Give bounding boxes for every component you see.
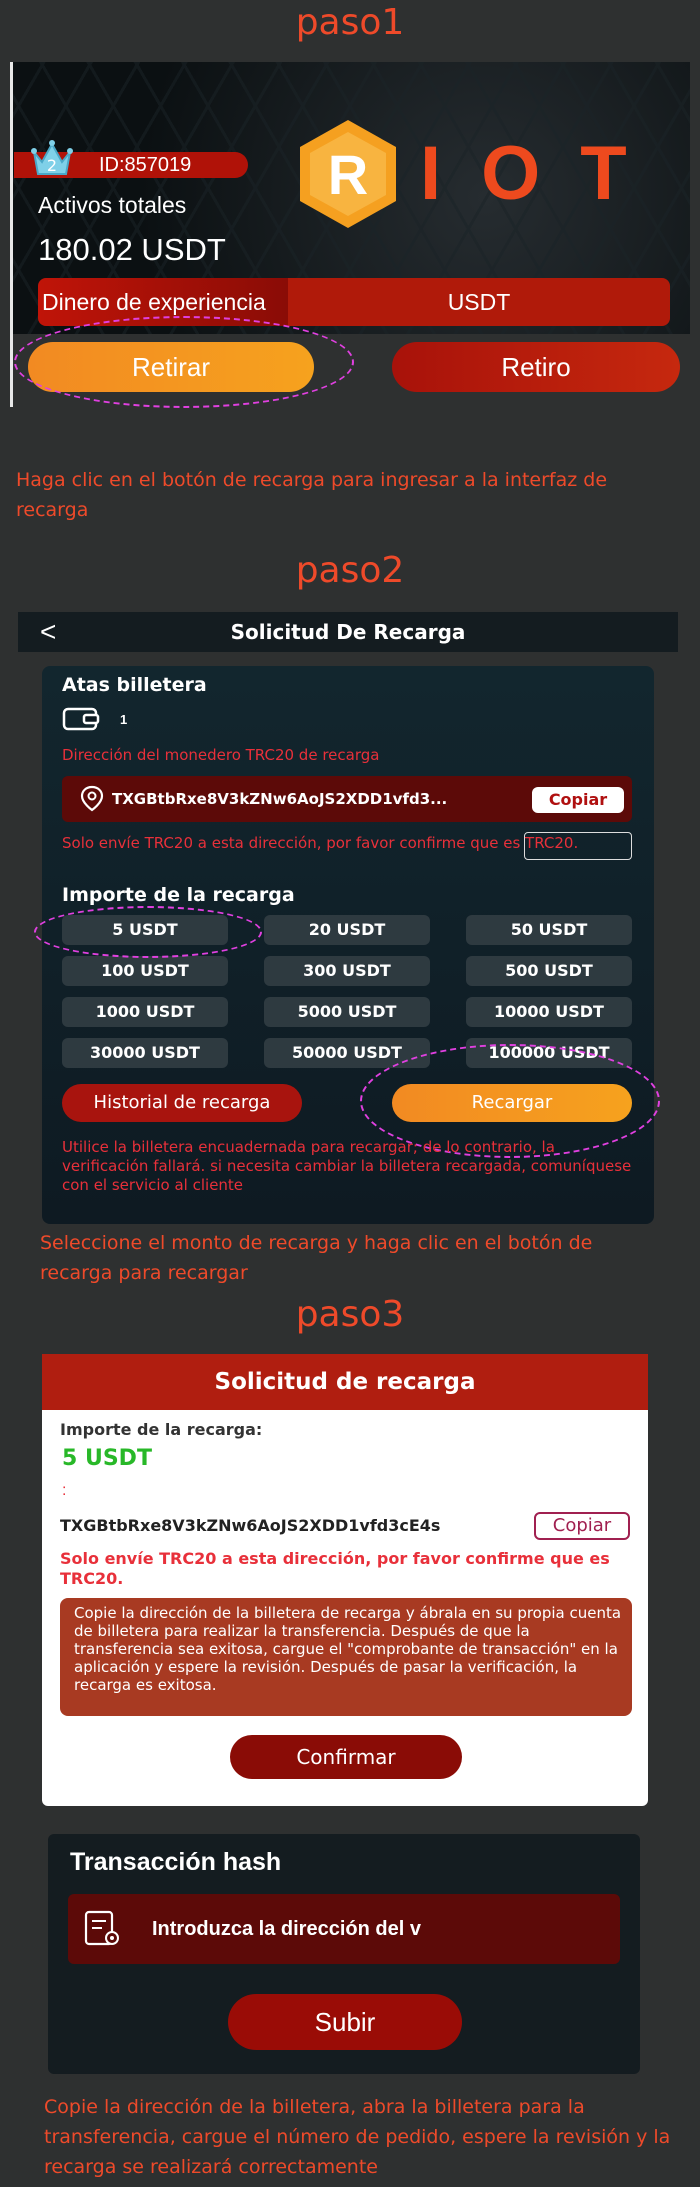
amount-label: Importe de la recarga: bbox=[60, 1420, 263, 1439]
brand-name: IOT bbox=[420, 131, 667, 216]
recharge-request-title: Solicitud de recarga bbox=[42, 1354, 648, 1410]
wallet-address-full: TXGBtbRxe8V3kZNw6AoJS2XDD1vfd3cE4s bbox=[60, 1516, 441, 1535]
hash-input-placeholder: Introduzca la dirección del v bbox=[152, 1918, 421, 1940]
transaction-hash-title: Transacción hash bbox=[70, 1848, 282, 1876]
currency-tabs: Dinero de experiencia USDT bbox=[38, 278, 670, 326]
info-text: Copie la dirección de la billetera de re… bbox=[74, 1604, 622, 1694]
confirm-button[interactable]: Confirmar bbox=[230, 1735, 462, 1779]
vip-level: 2 bbox=[47, 156, 57, 175]
binding-notice: Utilice la billetera encuadernada para r… bbox=[62, 1138, 632, 1194]
recharge-page-title: Solicitud De Recarga bbox=[230, 620, 466, 644]
wallet-heading: Atas billetera bbox=[62, 674, 207, 696]
copy-address-button[interactable]: Copiar bbox=[534, 1512, 630, 1540]
copy-address-button[interactable]: Copiar bbox=[532, 787, 624, 813]
amount-option[interactable]: 30000 USDT bbox=[62, 1038, 228, 1068]
brand-letter: R bbox=[328, 143, 368, 206]
document-settings-icon bbox=[84, 1910, 119, 1946]
amount-option[interactable]: 10000 USDT bbox=[466, 997, 632, 1027]
amount-option[interactable]: 300 USDT bbox=[264, 956, 430, 986]
wallet-icon bbox=[62, 707, 100, 731]
step1-instruction: Haga clic en el botón de recarga para in… bbox=[16, 469, 608, 521]
tab-usdt[interactable]: USDT bbox=[288, 278, 670, 326]
amount-option[interactable]: 5 USDT bbox=[62, 915, 228, 945]
recharge-history-button[interactable]: Historial de recarga bbox=[62, 1084, 302, 1122]
amount-heading: Importe de la recarga bbox=[62, 884, 295, 906]
trc20-warning: Solo envíe TRC20 a esta dirección, por f… bbox=[60, 1549, 610, 1588]
brand-logo-icon: R bbox=[300, 120, 396, 228]
amount-value: 5 USDT bbox=[62, 1446, 152, 1471]
amount-option[interactable]: 1000 USDT bbox=[62, 997, 228, 1027]
location-pin-icon bbox=[80, 785, 104, 812]
withdraw-button[interactable]: Retiro bbox=[392, 342, 680, 392]
tab-experience-money[interactable]: Dinero de experiencia bbox=[38, 278, 288, 326]
address-label: Dirección del monedero TRC20 de recarga bbox=[62, 746, 380, 764]
wallet-count: 1 bbox=[120, 712, 128, 727]
total-assets-value: 180.02 USDT bbox=[38, 232, 226, 267]
amount-option[interactable]: 5000 USDT bbox=[264, 997, 430, 1027]
step2-instruction: Seleccione el monto de recarga y haga cl… bbox=[40, 1232, 593, 1284]
wallet-address: TXGBtbRxe8V3kZNw6AoJS2XDD1vfd3... bbox=[112, 790, 448, 808]
submit-button[interactable]: Subir bbox=[228, 1994, 462, 2050]
amount-option[interactable]: 50000 USDT bbox=[264, 1038, 430, 1068]
recharge-submit-button[interactable]: Recargar bbox=[392, 1084, 632, 1122]
amount-option[interactable]: 500 USDT bbox=[466, 956, 632, 986]
step3-instruction: Copie la dirección de la billetera, abra… bbox=[44, 2096, 671, 2178]
step3-title: paso3 bbox=[295, 1294, 405, 1335]
amount-option[interactable]: 50 USDT bbox=[466, 915, 632, 945]
amount-option[interactable]: 100 USDT bbox=[62, 956, 228, 986]
step2-title: paso2 bbox=[295, 550, 405, 591]
left-border bbox=[10, 62, 13, 407]
amount-option[interactable]: 20 USDT bbox=[264, 915, 430, 945]
step1-title: paso1 bbox=[295, 2, 405, 43]
total-assets-label: Activos totales bbox=[38, 192, 187, 218]
trc20-warning: Solo envíe TRC20 a esta dirección, por f… bbox=[62, 834, 579, 852]
amount-option[interactable]: 100000 USDT bbox=[466, 1038, 632, 1068]
vip-crown-icon: 2 bbox=[31, 140, 73, 175]
recharge-button[interactable]: Retirar bbox=[28, 342, 314, 392]
address-colon: : bbox=[62, 1482, 67, 1499]
